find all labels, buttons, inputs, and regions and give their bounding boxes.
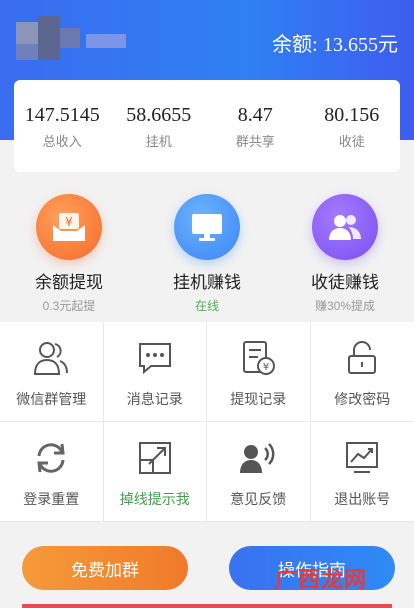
action-subtitle: 0.3元起提 [42,299,96,313]
action-withdraw[interactable]: ¥ 余额提现 0.3元起提 [0,190,138,316]
grid-item-logout[interactable]: 退出账号 [310,422,414,522]
action-hangup-earn[interactable]: 挂机赚钱 在线 [138,190,276,316]
action-status: 在线 [194,299,219,313]
balance-display: 余额: 13.655元 [272,28,398,57]
action-apprentice-earn[interactable]: 收徒赚钱 赚30%提成 [276,190,414,316]
refresh-icon [37,443,65,473]
balance-value: 13.655元 [323,34,398,56]
grid-item-label: 修改密码 [334,391,391,407]
grid-item-wechat-group[interactable]: 微信群管理 [0,322,104,422]
stat-label: 挂机 [145,134,172,149]
grid-item-label: 登录重置 [23,491,80,507]
grid-item-messages[interactable]: 消息记录 [103,322,207,422]
grid-item-login-reset[interactable]: 登录重置 [0,422,104,522]
stat-value: 8.47 [237,104,273,126]
action-title: 收徒赚钱 [311,273,379,292]
svg-text:¥: ¥ [65,215,73,229]
action-title: 挂机赚钱 [173,273,241,292]
balance-label: 余额: [272,34,318,56]
grid-item-label: 意见反馈 [230,491,287,507]
message-icon [138,343,171,375]
grid-item-label: 微信群管理 [16,391,87,407]
chart-exit-icon [346,442,379,473]
main-actions: ¥ 余额提现 0.3元起提 挂机赚钱 在线 收徒赚钱 赚30%提成 [0,190,414,316]
stat-total-income[interactable]: 147.5145 总收入 [14,80,111,172]
grid-item-offline-alert[interactable]: 掉线提示我 [103,422,207,522]
avatar[interactable] [16,16,126,60]
stat-value: 80.156 [324,104,380,126]
stat-value: 147.5145 [24,104,100,126]
action-title: 余额提现 [35,273,103,292]
stats-card: 147.5145 总收入 58.6655 挂机 8.47 群共享 80.156 … [14,80,400,172]
group-manage-icon [34,342,69,375]
svg-text:¥: ¥ [263,362,269,373]
stat-label: 总收入 [42,134,82,149]
stat-group-share[interactable]: 8.47 群共享 [207,80,304,172]
function-grid: 微信群管理 消息记录 ¥ 提现记录 修改密码 登录重置 掉线提示我 意见反馈 退… [0,322,414,522]
lock-icon [348,341,377,374]
stat-hangup[interactable]: 58.6655 挂机 [111,80,208,172]
monitor-icon[interactable] [174,194,240,260]
people-icon[interactable] [312,194,378,260]
stat-label: 收徒 [338,134,365,149]
grid-item-label: 提现记录 [230,391,287,407]
stat-label: 群共享 [235,134,275,149]
grid-item-change-password[interactable]: 修改密码 [310,322,414,422]
grid-item-label: 退出账号 [334,491,391,507]
watermark: 广西龙网 [275,567,368,592]
join-group-button[interactable]: 免费加群 [22,546,188,590]
withdraw-record-icon: ¥ [243,341,276,375]
wallet-yen-icon[interactable]: ¥ [36,194,102,260]
grid-item-feedback[interactable]: 意见反馈 [207,422,311,522]
stat-value: 58.6655 [126,104,192,126]
action-subtitle: 赚30%提成 [314,299,376,313]
grid-item-label: 消息记录 [126,391,183,407]
stat-apprentice[interactable]: 80.156 收徒 [304,80,401,172]
resize-alert-icon [138,442,171,474]
grid-item-withdraw-records[interactable]: ¥ 提现记录 [207,322,311,422]
bottom-accent-line [22,604,392,608]
grid-item-label: 掉线提示我 [119,491,190,507]
feedback-icon [240,443,275,473]
